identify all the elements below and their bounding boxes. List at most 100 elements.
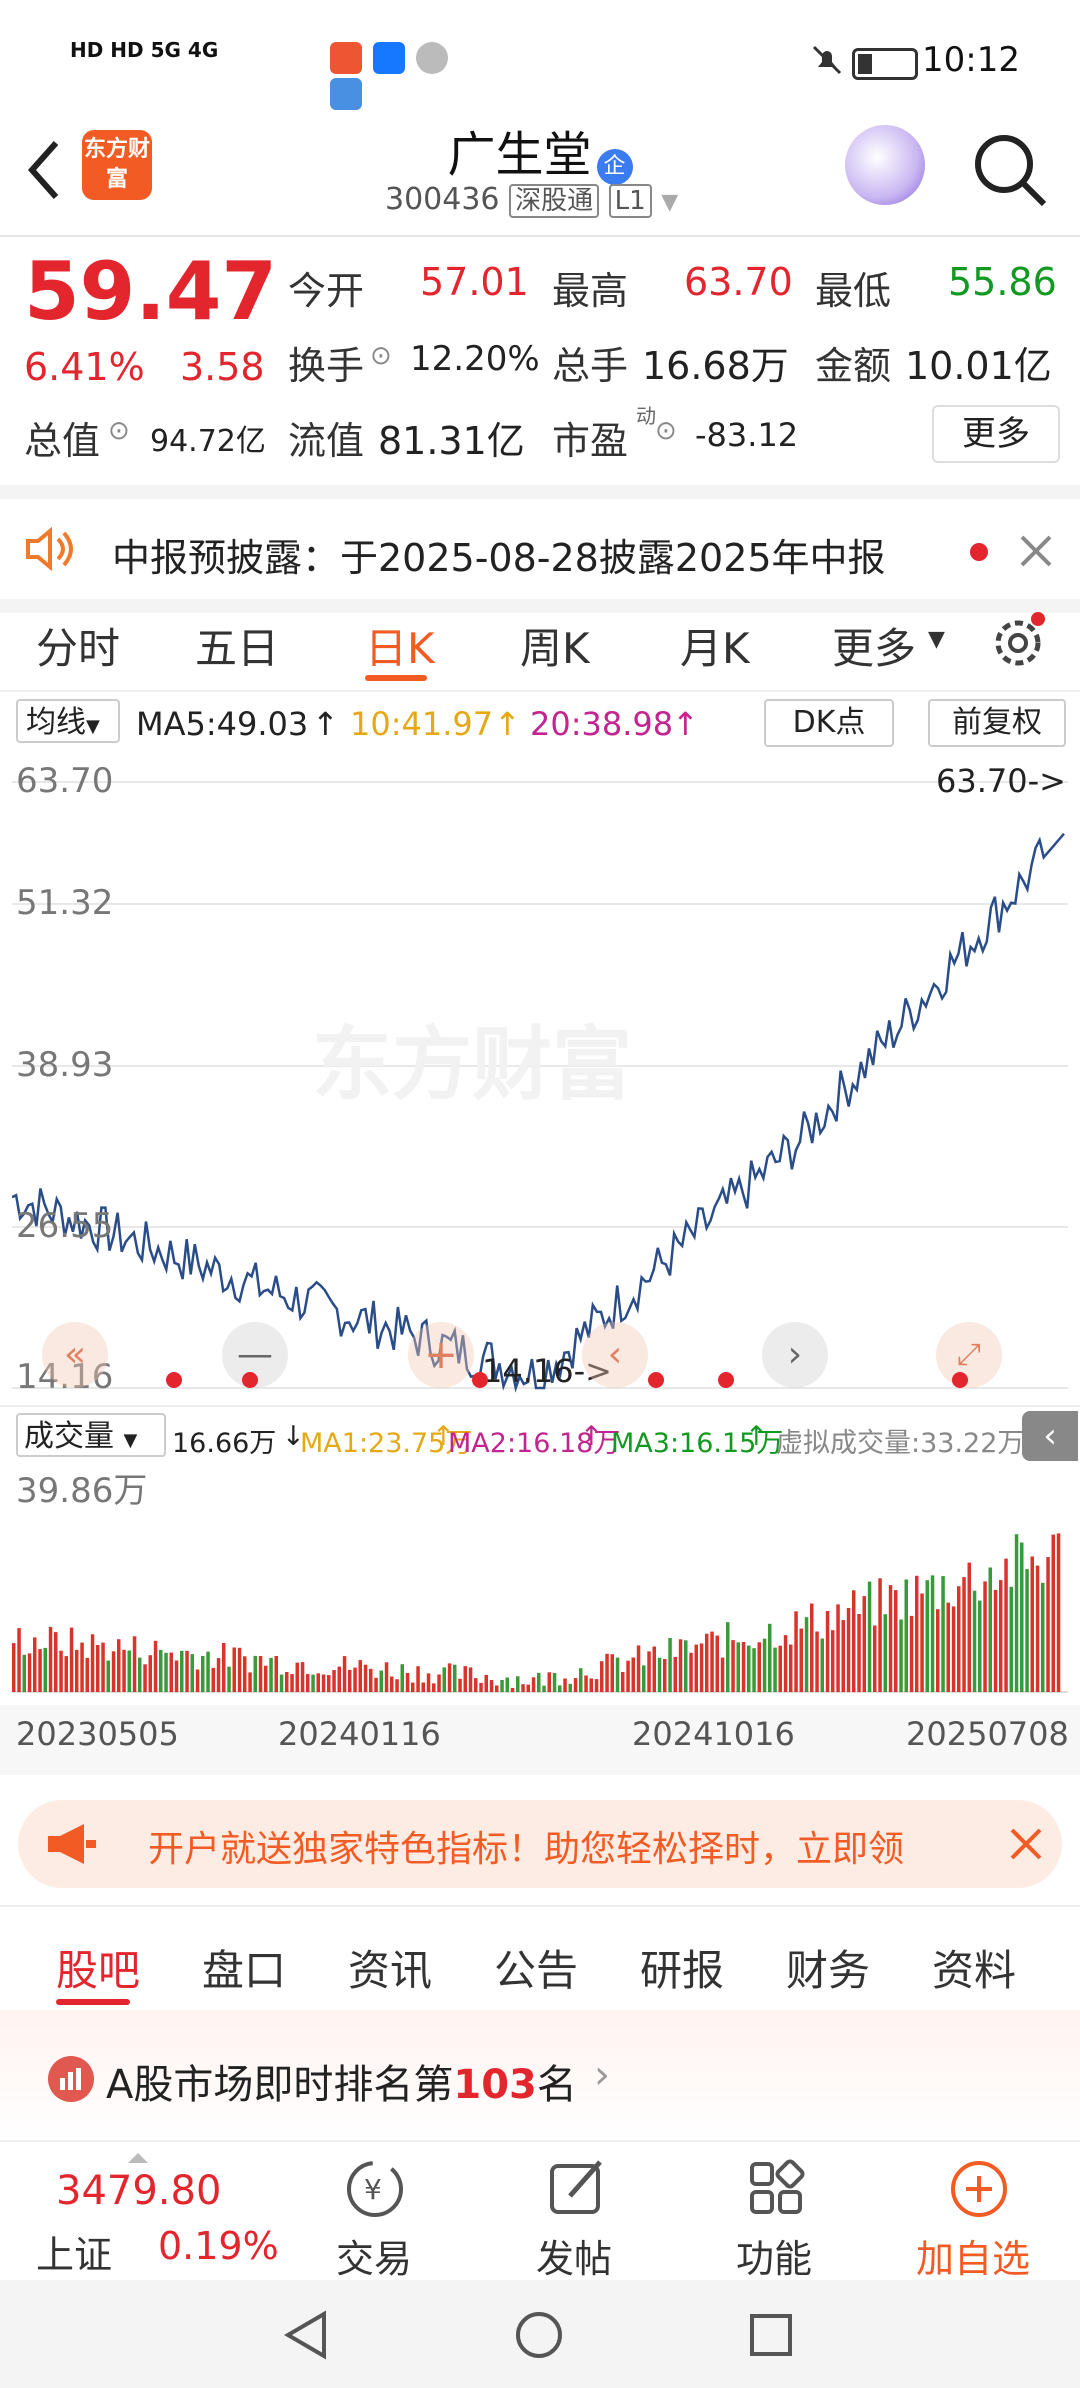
volume-bar <box>43 1647 47 1692</box>
volume-bar <box>248 1672 252 1692</box>
volume-bar <box>909 1615 914 1692</box>
adjust-button[interactable]: 前复权 <box>928 699 1066 747</box>
volume-header: 成交量 ▼ 16.66万 ↓ MA1:23.75万 ↑ MA2:16.18万 ↑… <box>0 1405 1080 1463</box>
home-circle-icon[interactable] <box>514 2310 564 2360</box>
volume-bar <box>101 1642 105 1692</box>
rank-row[interactable]: A股市场即时排名第103名 › <box>0 2010 1080 2140</box>
volume-bar <box>689 1652 693 1692</box>
stock-header: 东方财富 广生堂 企 300436 深股通 L1 ▼ <box>0 110 1080 237</box>
tab-financials[interactable]: 财务 <box>786 1937 870 1998</box>
edit-post-icon[interactable] <box>542 2154 612 2224</box>
volume-bar <box>22 1654 26 1692</box>
volume-bar <box>300 1662 305 1692</box>
volume-bar <box>206 1651 210 1692</box>
volume-bar <box>237 1647 242 1692</box>
info-icon[interactable]: ⊙ <box>108 416 130 446</box>
chevron-down-icon[interactable]: ▼ <box>661 190 678 215</box>
grid-functions-icon[interactable] <box>742 2154 812 2224</box>
info-icon[interactable]: ⊙ <box>655 416 677 446</box>
volume-bar <box>810 1603 814 1692</box>
event-dot[interactable] <box>648 1372 664 1388</box>
volume-bar <box>38 1649 42 1692</box>
index-name[interactable]: 上证 <box>36 2224 112 2279</box>
volume-bar <box>899 1619 903 1692</box>
chevron-right-icon[interactable]: › <box>594 2052 610 2098</box>
tab-forum[interactable]: 股吧 <box>56 1937 140 1998</box>
promo-banner[interactable]: 开户就送独家特色指标！助您轻松择时，立即领 <box>18 1800 1062 1888</box>
notice-bar[interactable]: 中报预披露：于2025-08-28披露2025年中报 <box>0 485 1080 613</box>
volume-bar <box>621 1672 625 1692</box>
mktcap-label: 总值 <box>24 419 101 463</box>
close-icon[interactable] <box>1008 1826 1044 1862</box>
event-dot[interactable] <box>472 1372 488 1388</box>
fullscreen-icon[interactable]: ⤢ <box>936 1322 1002 1388</box>
tab-announcements[interactable]: 公告 <box>494 1937 578 1998</box>
x-tick: 20230505 <box>16 1715 179 1753</box>
tab-research[interactable]: 研报 <box>640 1937 724 1998</box>
exchange-tag: 深股通 <box>509 184 600 218</box>
nav-post[interactable]: 发帖 <box>536 2228 612 2283</box>
price-chart[interactable]: 东方财富 63.70 51.32 38.93 26.55 14.16 63.70… <box>11 752 1068 1402</box>
volume-bar <box>395 1679 399 1692</box>
volume-bar <box>348 1669 352 1692</box>
recents-square-icon[interactable] <box>746 2310 796 2360</box>
volume-bar <box>1025 1569 1029 1692</box>
event-dot[interactable] <box>952 1372 968 1388</box>
info-icon[interactable]: ⊙ <box>370 341 392 371</box>
trade-icon[interactable]: ¥ <box>340 2154 410 2224</box>
zoom-in-icon[interactable]: + <box>408 1322 474 1388</box>
volume-chart[interactable]: 39.86万 <box>12 1462 1068 1702</box>
scroll-right-icon[interactable]: › <box>762 1322 828 1388</box>
volume-bar <box>90 1634 95 1692</box>
close-icon[interactable] <box>1018 533 1054 569</box>
volume-bar <box>999 1580 1003 1692</box>
volume-bar <box>862 1596 866 1692</box>
tab-daily-k[interactable]: 日K <box>365 615 435 676</box>
tab-news[interactable]: 资讯 <box>348 1937 432 1998</box>
dk-point-button[interactable]: DK点 <box>764 699 894 747</box>
volume-bar <box>978 1600 982 1692</box>
tab-profile[interactable]: 资料 <box>932 1937 1016 1998</box>
volume-bar <box>1041 1582 1045 1692</box>
volume-bar <box>59 1650 63 1692</box>
ma-dropdown[interactable]: 均线▼ <box>16 699 120 743</box>
tab-orderbook[interactable]: 盘口 <box>202 1937 286 1998</box>
volume-bar <box>12 1643 16 1692</box>
app-logo[interactable]: 东方财富 <box>82 130 152 200</box>
tab-intraday[interactable]: 分时 <box>36 615 120 676</box>
nav-functions[interactable]: 功能 <box>736 2228 812 2283</box>
back-triangle-icon[interactable] <box>282 2310 332 2360</box>
chevron-down-icon[interactable]: ▼ <box>928 627 945 652</box>
volume-bar <box>888 1585 893 1692</box>
event-dot[interactable] <box>166 1372 182 1388</box>
add-circle-icon[interactable] <box>944 2154 1014 2224</box>
nav-trade[interactable]: 交易 <box>336 2228 412 2283</box>
gear-icon[interactable] <box>988 611 1048 671</box>
index-value[interactable]: 3479.80 <box>56 2168 221 2214</box>
tab-more[interactable]: 更多 <box>832 615 916 676</box>
index-change[interactable]: 0.19% <box>158 2224 279 2268</box>
tab-monthly-k[interactable]: 月K <box>680 615 750 676</box>
volume-bar <box>537 1672 541 1692</box>
pe-value: -83.12 <box>695 416 799 454</box>
change-percent: 6.41% <box>24 345 145 389</box>
assistant-robot-icon[interactable] <box>845 125 925 205</box>
search-icon[interactable] <box>970 130 1050 210</box>
nav-add-watchlist[interactable]: 加自选 <box>916 2228 1030 2283</box>
stock-title: 广生堂 企 <box>440 115 640 185</box>
scroll-left-icon[interactable]: ‹ <box>582 1322 648 1388</box>
volume-dropdown[interactable]: 成交量 ▼ <box>16 1413 166 1457</box>
banner-text: 开户就送独家特色指标！助您轻松择时，立即领 <box>148 1829 905 1870</box>
scroll-left-fast-icon[interactable]: « <box>42 1322 108 1388</box>
volume-bar <box>852 1590 856 1692</box>
back-icon[interactable] <box>20 135 70 205</box>
tab-weekly-k[interactable]: 周K <box>520 615 590 676</box>
volume-bar <box>153 1640 158 1692</box>
collapse-panel-icon[interactable]: ‹ <box>1022 1411 1078 1461</box>
tab-five-day[interactable]: 五日 <box>195 615 279 676</box>
volume-bar <box>132 1636 137 1692</box>
event-dot[interactable] <box>718 1372 734 1388</box>
more-button[interactable]: 更多 <box>932 405 1060 463</box>
volume-bar <box>1046 1557 1050 1692</box>
event-dot[interactable] <box>242 1372 258 1388</box>
